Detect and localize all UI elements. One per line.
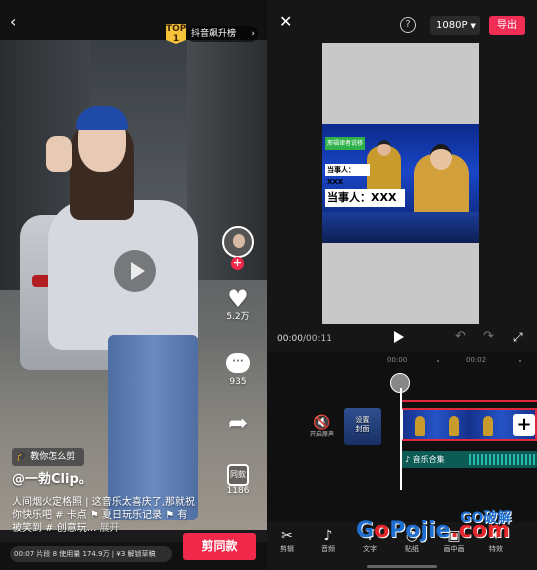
tool-label: 文字 [363,545,377,553]
rank-list-label: 抖音飙升榜 [191,29,237,39]
video-description: 人间烟火定格照 | 这音乐太喜庆了,那就祝你快乐吧 # 卡点 ⚑ 夏日玩乐记录 … [12,496,197,535]
tool-edit[interactable]: ✂ 剪辑 [267,528,307,554]
news-lower-third-big: 当事人：XXX [325,189,405,207]
follow-plus-icon[interactable]: + [231,257,244,270]
audio-waveform [469,454,537,465]
clip-thumbnail [449,416,459,436]
ruler-tick-label: 00:02 [466,356,487,364]
same-style-count: 1186 [226,486,250,496]
douyin-video-screen: ‹ TOP1 抖音飙升榜 › + ♥ 5.2万 935 ➦ 同款 [0,0,267,570]
anchor-head [430,144,452,170]
author-name[interactable]: @一勃Clip。 [12,472,92,488]
ruler-dot [519,360,521,362]
person-hand [46,136,72,172]
speaker-mute-icon: 🔇 [313,415,331,431]
template-info-pill: 00:07 片段 8 使用量 174.9万 | ¥3 解锁草稿 [10,546,172,562]
clip-thumbnail [483,416,493,436]
tool-label: 贴纸 [405,545,419,553]
chevron-right-icon: › [251,29,255,39]
same-style-icon: 同款 [227,464,249,486]
person-jeans [108,335,198,520]
home-indicator [367,565,437,568]
help-icon[interactable]: ? [400,17,416,33]
tool-label: 音频 [321,545,335,553]
person-cap [76,106,128,130]
heart-icon: ♥ [227,285,249,313]
timeline-red-marker [400,400,537,402]
original-sound-toggle[interactable]: 🔇 开启原声 [307,415,337,439]
author-avatar[interactable] [222,226,254,258]
share-action[interactable]: ➦ [218,410,258,436]
tutorial-label: 教你怎么剪 [30,452,76,462]
scissors-icon: ✂ [281,528,293,544]
news-green-tag: 邢福律者说移 [325,137,365,150]
watermark-g: G [356,518,375,543]
time-total: 00:11 [305,334,332,344]
like-count: 5.2万 [226,312,250,322]
original-sound-label: 开启原声 [309,431,334,438]
music-track[interactable]: ♪ 音乐合集 [401,451,537,468]
set-cover-button[interactable]: 设置 封面 [344,408,381,445]
undo-icon[interactable]: ↶ [455,330,466,344]
like-action[interactable]: ♥ 5.2万 [218,286,258,323]
news-desk [322,212,479,243]
tool-label: 画中画 [443,545,465,553]
tool-label: 特效 [489,545,503,553]
set-cover-label: 设置 封面 [355,416,370,433]
play-icon[interactable] [114,250,156,292]
playhead[interactable] [400,388,402,490]
time-current: 00:00 [277,334,303,344]
resolution-value: 1080P [436,20,468,31]
play-icon[interactable] [394,331,404,343]
top-rank-badge: TOP 1 [166,24,187,44]
avatar-face [233,234,245,248]
ruler-dot [437,360,439,362]
comment-action[interactable]: 935 [218,350,258,388]
redo-icon[interactable]: ↷ [483,330,494,344]
ruler-tick-label: 00:00 [387,356,408,364]
comment-bubble-icon [226,353,250,373]
news-lower-third-small: 当事人：XXX [325,164,370,186]
clip-thumbnail [415,416,425,436]
share-arrow-icon: ➦ [227,409,249,437]
music-note-icon: ♪ [323,528,333,544]
tool-label: 剪辑 [280,545,294,553]
music-track-label: ♪ 音乐合集 [405,455,445,464]
chevron-down-icon: ▼ [470,22,476,30]
gopojie-watermark-tag: GO破解 [460,510,512,526]
tool-audio[interactable]: ♪ 音频 [308,528,348,554]
back-icon[interactable]: ‹ [10,12,26,32]
tutorial-pill[interactable]: 🎓 教你怎么剪 [12,448,84,466]
close-icon[interactable]: ✕ [279,14,295,30]
export-button[interactable]: 导出 [489,16,525,35]
preview-news-frame: 邢福律者说移 当事人：XXX 当事人：XXX [322,124,479,243]
capcut-editor-screen: ✕ ? 1080P ▼ 导出 邢福律者说移 当事人：XXX 当事人：XXX 00:… [267,0,537,570]
anchor-head [377,140,391,156]
fullscreen-icon[interactable]: ⤢ [513,330,523,344]
watermark-o: o [374,518,390,543]
playback-time: 00:00/00:11 [277,334,332,344]
cut-same-button[interactable]: 剪同款 [183,533,256,560]
rank-list-pill[interactable]: 抖音飙升榜 › [186,26,258,42]
expand-link[interactable]: 展开 [99,523,119,534]
add-clip-button[interactable]: + [513,414,535,436]
graduation-cap-icon: 🎓 [16,452,28,462]
watermark-rest: Pojie [389,518,451,543]
resolution-select[interactable]: 1080P ▼ [430,16,480,35]
comment-count: 935 [229,377,247,387]
same-style-action[interactable]: 同款 1186 [218,462,258,497]
